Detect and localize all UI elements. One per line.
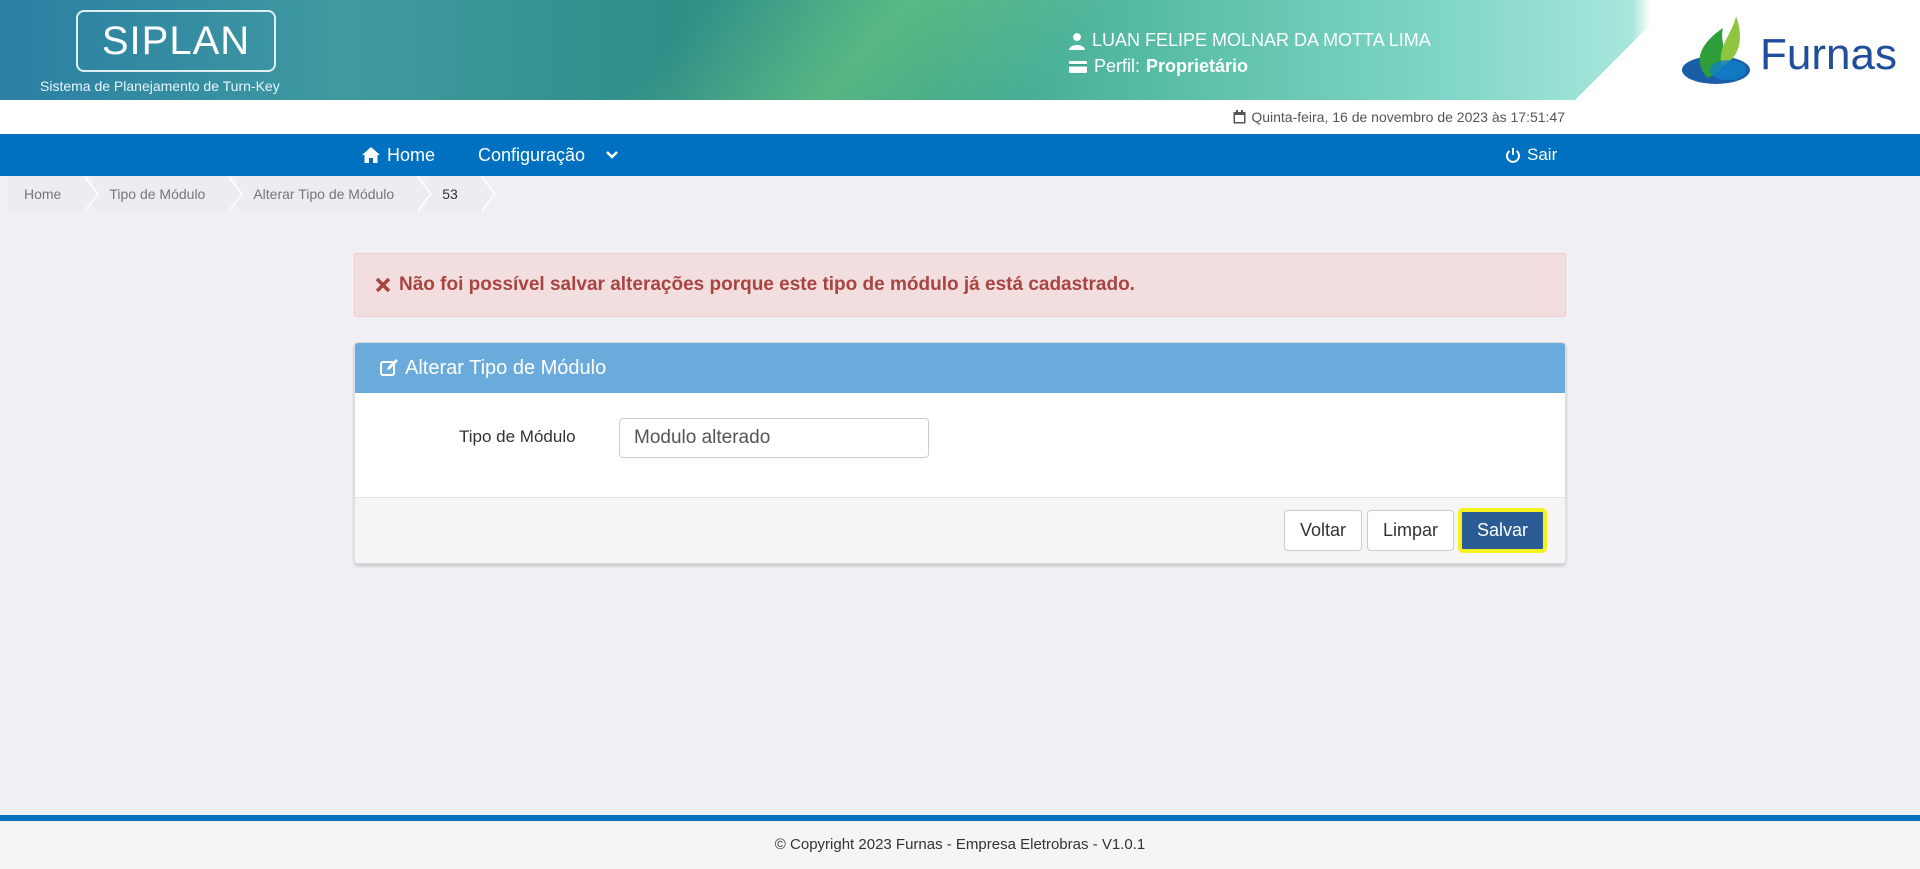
chevron-down-icon <box>606 151 618 159</box>
current-date: Quinta-feira, 16 de novembro de 2023 às … <box>1233 109 1565 125</box>
breadcrumb-tipo-modulo[interactable]: Tipo de Módulo <box>93 176 244 212</box>
siplan-logo[interactable]: SIPLAN <box>76 10 276 72</box>
logo-subtitle: Sistema de Planejamento de Turn-Key <box>40 78 280 94</box>
perfil-info: Perfil: Proprietário <box>1068 56 1248 77</box>
date-text: Quinta-feira, 16 de novembro de 2023 às … <box>1251 109 1565 125</box>
breadcrumb-alterar[interactable]: Alterar Tipo de Módulo <box>237 176 433 212</box>
edit-icon <box>380 359 398 376</box>
nav-config-label: Configuração <box>478 145 586 165</box>
perfil-value: Proprietário <box>1146 56 1249 76</box>
user-info: LUAN FELIPE MOLNAR DA MOTTA LIMA <box>1068 30 1431 51</box>
panel-footer: Voltar Limpar Salvar <box>355 497 1565 563</box>
limpar-button[interactable]: Limpar <box>1367 510 1455 551</box>
breadcrumb-id: 53 <box>426 176 496 212</box>
edit-panel: Alterar Tipo de Módulo Tipo de Módulo Vo… <box>354 342 1566 564</box>
error-message: Não foi possível salvar alterações porqu… <box>399 274 1135 295</box>
nav-home[interactable]: Home <box>361 134 435 176</box>
nav-sair[interactable]: Sair <box>1505 134 1557 176</box>
perfil-label: Perfil: <box>1094 56 1141 76</box>
copyright-text: © Copyright 2023 Furnas - Empresa Eletro… <box>774 836 1146 853</box>
header-banner: SIPLAN Sistema de Planejamento de Turn-K… <box>0 0 1920 100</box>
breadcrumb: Home Tipo de Módulo Alterar Tipo de Módu… <box>8 176 496 212</box>
banner-diagonal <box>1575 0 1675 100</box>
home-icon <box>362 147 380 163</box>
brand-name: Furnas <box>1760 30 1897 79</box>
panel-header: Alterar Tipo de Módulo <box>355 343 1565 393</box>
main-nav: Home Configuração Sair <box>0 134 1920 176</box>
breadcrumb-home[interactable]: Home <box>8 176 100 212</box>
nav-home-label: Home <box>387 145 436 165</box>
nav-configuracao[interactable]: Configuração <box>478 134 619 176</box>
nav-sair-label: Sair <box>1527 145 1558 164</box>
date-row: Quinta-feira, 16 de novembro de 2023 às … <box>0 100 1920 134</box>
furnas-leaf-icon <box>1682 16 1750 84</box>
salvar-button[interactable]: Salvar <box>1458 508 1548 553</box>
footer: © Copyright 2023 Furnas - Empresa Eletro… <box>0 821 1920 869</box>
furnas-logo: Furnas <box>1678 8 1908 88</box>
tipo-modulo-input[interactable] <box>619 418 929 458</box>
id-card-icon <box>1069 60 1087 73</box>
panel-title: Alterar Tipo de Módulo <box>405 356 607 379</box>
power-icon <box>1506 148 1520 163</box>
calendar-icon <box>1233 110 1246 124</box>
voltar-button[interactable]: Voltar <box>1284 510 1363 551</box>
user-name: LUAN FELIPE MOLNAR DA MOTTA LIMA <box>1092 30 1431 50</box>
tipo-modulo-label: Tipo de Módulo <box>459 427 576 446</box>
times-icon <box>375 277 391 293</box>
error-alert: Não foi possível salvar alterações porqu… <box>354 253 1566 317</box>
panel-body: Tipo de Módulo <box>355 393 1565 497</box>
user-icon <box>1069 32 1085 50</box>
